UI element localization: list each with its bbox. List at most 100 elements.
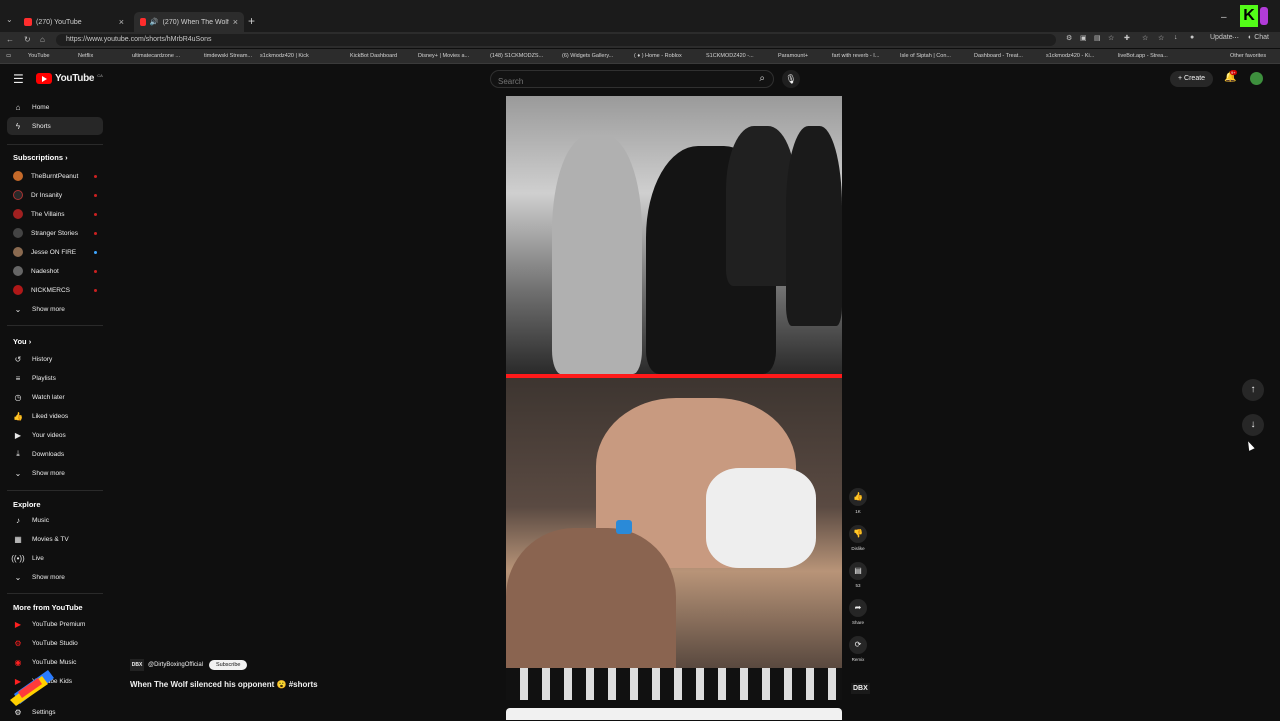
comments-button[interactable]: ▤ 53 [846,562,870,588]
sidebar-item-subscription[interactable]: Jesse ON FIRE [7,243,103,261]
sidebar-item-music[interactable]: ♪ Music [7,511,103,529]
sidebar-item-label: Watch later [32,393,65,401]
bookmark-item[interactable]: timdewski Stream... [204,53,252,59]
bookmark-item[interactable]: (148) S1CKMODZS... [490,53,543,59]
menu-icon[interactable]: ☰ [13,72,24,86]
sidebar-item-subscription[interactable]: Nadeshot [7,262,103,280]
comment-icon: ▤ [849,562,867,580]
bookmark-folder-icon[interactable]: ▭ [6,53,11,59]
browser-tab-youtube[interactable]: (270) YouTube × [18,13,130,31]
create-button[interactable]: + Create [1170,71,1214,87]
previous-short-button[interactable]: ↑ [1242,379,1264,401]
reader-icon[interactable]: ▤ [1094,34,1101,42]
address-bar: ← ↻ ⌂ https://www.youtube.com/shorts/hMr… [0,32,1280,48]
extensions-icon[interactable]: ⚙ [1066,34,1072,42]
split-icon[interactable]: ▣ [1080,34,1087,42]
history-icon: ↺ [14,354,22,364]
favorite-star-icon[interactable]: ☆ [1108,34,1114,42]
bookmark-item[interactable]: KickBot Dashboard [350,53,397,59]
bookmark-item[interactable]: S1CKMODZ420 -... [706,53,754,59]
bookmark-item[interactable]: s1ckmodz420 | Kick [260,53,309,59]
sidebar-item-movies-tv[interactable]: ▦ Movies & TV [7,530,103,548]
bookmark-item[interactable]: (6) Widgets Gallery... [562,53,613,59]
downloads-icon[interactable]: ↓ [1174,34,1178,41]
you-heading[interactable]: You › [13,337,31,346]
explore-heading: Explore [13,500,41,509]
browser-tab-short[interactable]: 🔊 (270) When The Wolf silence × [134,12,244,32]
bookmark-item[interactable]: liveBot.app - Strea... [1118,53,1168,59]
share-button[interactable]: ➦ Share [846,599,870,625]
microphone-icon[interactable]: 🎙 [782,70,800,88]
sidebar-item-subscription[interactable]: Dr Insanity [7,186,103,204]
bookmark-item[interactable]: Paramount+ [778,53,808,59]
dislike-button[interactable]: 👎 Dislike [846,525,870,551]
collections-icon[interactable]: ☆ [1158,34,1164,42]
sidebar-item-shorts[interactable]: ϟ Shorts [7,117,103,135]
close-tab-icon[interactable]: × [119,17,124,27]
sidebar-item-home[interactable]: ⌂ Home [7,98,103,116]
home-icon[interactable]: ⌂ [40,35,45,44]
like-button[interactable]: 👍 1K [846,488,870,514]
bookmark-item[interactable]: Disney+ | Movies a... [418,53,469,59]
app-logo-icon [1260,7,1268,25]
back-icon[interactable]: ← [6,35,14,44]
sidebar-item-subscription[interactable]: NICKMERCS [7,281,103,299]
bookmark-item[interactable]: Netflix [78,53,93,59]
sidebar-item-subscription[interactable]: The Villains [7,205,103,223]
remix-button[interactable]: ⟳ Remix [846,636,870,662]
more-menu-icon[interactable]: ⋯ [1232,34,1239,42]
other-favorites[interactable]: Other favorites [1230,53,1266,59]
sidebar-item-liked-videos[interactable]: 👍 Liked videos [7,407,103,425]
sidebar-item-subscription[interactable]: TheBurntPeanut [7,167,103,185]
bookmark-item[interactable]: fart with reverb - I... [832,53,879,59]
channel-name[interactable]: @DirtyBoxingOfficial [148,662,203,668]
extension-puzzle-icon[interactable]: ✚ [1124,34,1130,42]
sidebar-item-your-videos[interactable]: ▶ Your videos [7,426,103,444]
youtube-logo[interactable]: YouTube CA [36,73,103,84]
url-field[interactable]: https://www.youtube.com/shorts/hMrbR4uSo… [56,34,1056,46]
subscribe-button[interactable]: Subscribe [209,660,248,670]
copilot-chat-button[interactable]: ◐ Chat [1248,34,1269,41]
subscriptions-heading[interactable]: Subscriptions › [13,153,68,162]
sidebar-item-playlists[interactable]: ≡ Playlists [7,369,103,387]
sidebar-item-youtube-studio[interactable]: ⚙ YouTube Studio [7,634,103,652]
sidebar-item-downloads[interactable]: ⤓ Downloads [7,445,103,463]
search-input[interactable] [491,73,731,90]
channel-badge[interactable]: DBX [851,683,870,694]
divider [7,490,103,491]
account-avatar[interactable] [1250,72,1263,85]
search-icon[interactable]: ⌕ [759,73,765,84]
bookmark-item[interactable]: Isle of Siptah | Con... [900,53,951,59]
sidebar-item-history[interactable]: ↺ History [7,350,103,368]
channel-avatar[interactable]: DBX [130,659,144,671]
search-box: ⌕ [490,70,774,90]
bookmark-item[interactable]: s1ckmodz420 - Ki... [1046,53,1094,59]
shorts-video-player[interactable] [506,96,842,700]
sidebar-item-show-more[interactable]: ⌄ Show more [7,464,103,482]
sidebar-item-live[interactable]: ((•)) Live [7,549,103,567]
close-tab-icon[interactable]: × [233,17,238,27]
sidebar-item-watch-later[interactable]: ◷ Watch later [7,388,103,406]
favorites-icon[interactable]: ☆ [1142,34,1148,42]
bookmark-item[interactable]: Dashboard - Treat... [974,53,1023,59]
chevron-down-icon: ⌄ [14,304,22,314]
profile-avatar[interactable]: ● [1190,34,1194,41]
sidebar-item-show-more[interactable]: ⌄ Show more [7,300,103,318]
refresh-icon[interactable]: ↻ [24,35,31,44]
sidebar-item-youtube-premium[interactable]: ▶ YouTube Premium [7,615,103,633]
youtube-premium-icon: ▶ [14,619,22,629]
audio-icon[interactable]: 🔊 [150,18,159,26]
bookmark-item[interactable]: ( ♦ ) Home - Roblox [634,53,682,59]
tab-list-icon[interactable]: ⌄ [6,15,13,24]
update-button[interactable]: Update [1210,34,1233,41]
new-tab-icon[interactable]: + [248,14,255,28]
minimize-icon[interactable]: – [1221,12,1227,23]
bookmark-item[interactable]: ultimatecardzone ... [132,53,180,59]
logo-text: YouTube [55,73,95,84]
bookmark-item[interactable]: YouTube [28,53,50,59]
sidebar-item-show-more[interactable]: ⌄ Show more [7,568,103,586]
next-short-preview[interactable] [506,708,842,720]
channel-avatar [13,285,23,295]
next-short-button[interactable]: ↓ [1242,414,1264,436]
sidebar-item-subscription[interactable]: Stranger Stories [7,224,103,242]
